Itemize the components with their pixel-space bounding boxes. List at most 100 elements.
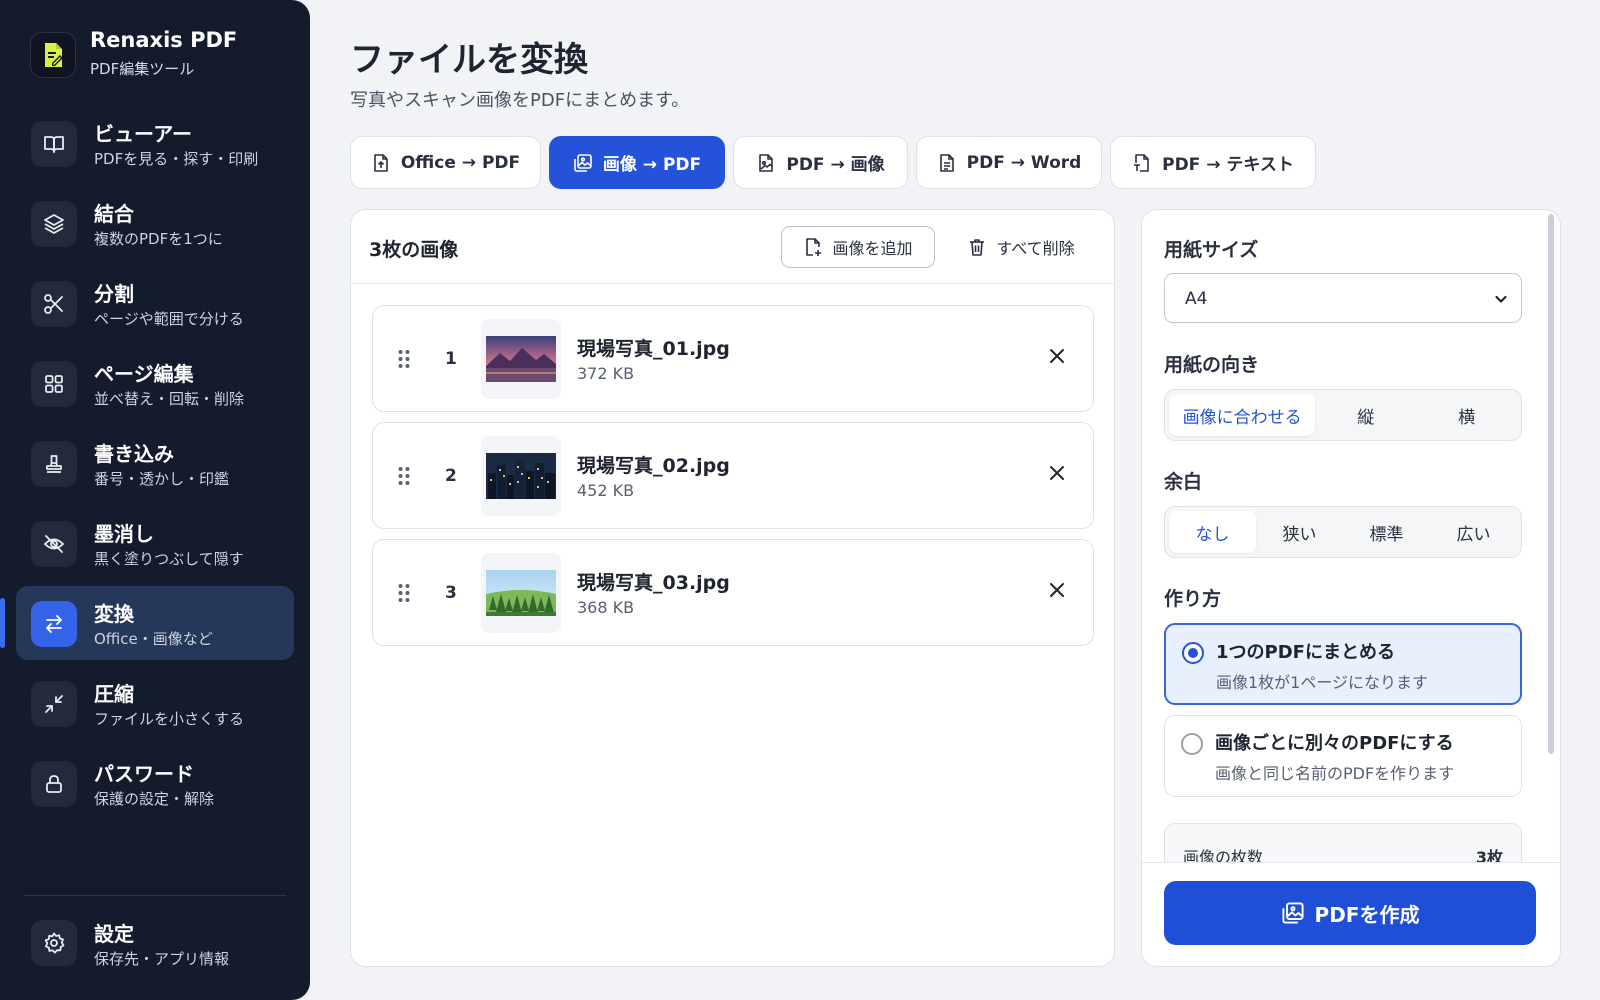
orientation-option-portrait[interactable]: 縦 (1315, 394, 1416, 436)
sidebar-item-title: ページ編集 (94, 362, 194, 386)
sidebar-item-title: 圧縮 (94, 682, 134, 706)
sidebar-item-viewer[interactable]: ビューアー PDFを見る・探す・印刷 (16, 106, 294, 180)
file-upload-icon (374, 153, 388, 172)
orientation-label: 用紙の向き (1164, 354, 1260, 376)
mode-option-title: 1つのPDFにまとめる (1216, 642, 1395, 663)
remove-icon[interactable] (1047, 346, 1067, 370)
sidebar-nav: ビューアー PDFを見る・探す・印刷 結合 複数のPDFを1つに 分割 ページや… (0, 106, 294, 826)
layers-icon (31, 201, 77, 247)
brand-subtitle: PDF編集ツール (90, 60, 195, 78)
arrows-swap-icon (31, 601, 77, 647)
image-icon (574, 153, 592, 172)
sidebar-item-title: 結合 (94, 202, 134, 226)
tab-pdf-to-image[interactable]: PDF → 画像 (733, 136, 908, 189)
image-list-panel: 3枚の画像 画像を追加 すべて削除 1 現場写真_01.jpg 372 KB 2… (350, 209, 1115, 967)
paper-size-select[interactable]: A4 (1164, 273, 1522, 323)
sidebar-item-subtitle: PDFを見る・探す・印刷 (94, 150, 259, 168)
mode-option-title: 画像ごとに別々のPDFにする (1215, 733, 1454, 754)
sidebar: Renaxis PDF PDF編集ツール ビューアー PDFを見る・探す・印刷 … (0, 0, 310, 1000)
margin-option-standard[interactable]: 標準 (1343, 511, 1430, 553)
sidebar-item-compress[interactable]: 圧縮 ファイルを小さくする (16, 666, 294, 740)
drag-handle-icon[interactable] (397, 348, 411, 374)
file-name: 現場写真_01.jpg (577, 338, 730, 360)
sidebar-item-password[interactable]: パスワード 保護の設定・解除 (16, 746, 294, 820)
minimize-icon (31, 681, 77, 727)
sidebar-item-merge[interactable]: 結合 複数のPDFを1つに (16, 186, 294, 260)
tab-office-to-pdf[interactable]: Office → PDF (350, 136, 541, 189)
remove-icon[interactable] (1047, 580, 1067, 604)
brand-name: Renaxis PDF (90, 28, 238, 52)
list-item[interactable]: 2 現場写真_02.jpg 452 KB (372, 422, 1094, 529)
sidebar-item-subtitle: ファイルを小さくする (94, 710, 245, 728)
file-name: 現場写真_02.jpg (577, 455, 730, 477)
sidebar-item-split[interactable]: 分割 ページや範囲で分ける (16, 266, 294, 340)
orientation-option-fit[interactable]: 画像に合わせる (1169, 394, 1316, 436)
mode-option-separate-pdfs[interactable]: 画像ごとに別々のPDFにする 画像と同じ名前のPDFを作ります (1164, 715, 1522, 797)
document-edit-icon (30, 32, 76, 78)
sidebar-item-title: 墨消し (94, 522, 154, 546)
stamp-icon (31, 441, 77, 487)
create-pdf-button[interactable]: PDFを作成 (1164, 881, 1536, 945)
tab-pdf-to-word[interactable]: PDF → Word (916, 136, 1102, 189)
tab-label: PDF → テキスト (1162, 155, 1294, 175)
item-number: 2 (445, 466, 457, 486)
sidebar-item-annotate[interactable]: 書き込み 番号・透かし・印鑑 (16, 426, 294, 500)
file-image-icon (759, 153, 774, 172)
file-type-icon (1134, 153, 1149, 172)
list-item[interactable]: 3 現場写真_03.jpg 368 KB (372, 539, 1094, 646)
clear-all-button[interactable]: すべて削除 (951, 226, 1091, 268)
add-image-label: 画像を追加 (832, 239, 913, 258)
margin-option-wide[interactable]: 広い (1430, 511, 1517, 553)
file-size: 452 KB (577, 481, 635, 500)
scissors-icon (31, 281, 77, 327)
orientation-option-landscape[interactable]: 横 (1416, 394, 1517, 436)
margin-label: 余白 (1164, 471, 1203, 493)
paper-size-label: 用紙サイズ (1164, 239, 1259, 261)
gear-icon (31, 920, 77, 966)
file-size: 372 KB (577, 364, 635, 383)
image-count: 3枚の画像 (369, 239, 459, 261)
sidebar-item-subtitle: 並べ替え・回転・削除 (94, 390, 245, 408)
sidebar-item-redact[interactable]: 墨消し 黒く塗りつぶして隠す (16, 506, 294, 580)
sidebar-item-settings[interactable]: 設定 保存先・アプリ情報 (16, 906, 294, 980)
item-number: 1 (445, 349, 457, 369)
eye-off-icon (31, 521, 77, 567)
mode-option-single-pdf[interactable]: 1つのPDFにまとめる 画像1枚が1ページになります (1164, 623, 1522, 705)
sidebar-item-title: パスワード (94, 762, 194, 786)
sidebar-item-subtitle: 複数のPDFを1つに (94, 230, 223, 248)
item-number: 3 (445, 583, 457, 603)
chevron-down-icon (1495, 295, 1507, 303)
mode-option-description: 画像と同じ名前のPDFを作ります (1215, 764, 1455, 783)
convert-tabs: Office → PDF 画像 → PDF PDF → 画像 PDF → Wor… (350, 136, 1316, 189)
sidebar-item-subtitle: 番号・透かし・印鑑 (94, 470, 230, 488)
settings-subtitle: 保存先・アプリ情報 (94, 950, 230, 968)
sidebar-item-convert[interactable]: 変換 Office・画像など (0, 586, 294, 660)
tab-image-to-pdf[interactable]: 画像 → PDF (549, 136, 725, 189)
radio-selected-icon (1182, 642, 1204, 664)
radio-unselected-icon (1181, 733, 1203, 755)
remove-icon[interactable] (1047, 463, 1067, 487)
page-title: ファイルを変換 (350, 40, 588, 80)
add-image-button[interactable]: 画像を追加 (781, 226, 935, 268)
options-scrollbar[interactable] (1548, 214, 1554, 754)
margin-option-narrow[interactable]: 狭い (1256, 511, 1343, 553)
orientation-segmented: 画像に合わせる 縦 横 (1164, 389, 1522, 441)
options-footer: PDFを作成 (1142, 862, 1560, 966)
paper-size-value: A4 (1185, 289, 1208, 309)
sidebar-item-subtitle: 保護の設定・解除 (94, 790, 215, 808)
book-icon (31, 121, 77, 167)
list-item[interactable]: 1 現場写真_01.jpg 372 KB (372, 305, 1094, 412)
sidebar-item-page-edit[interactable]: ページ編集 並べ替え・回転・削除 (16, 346, 294, 420)
settings-title: 設定 (94, 922, 134, 946)
tab-label: 画像 → PDF (602, 155, 702, 175)
image-thumbnail (481, 319, 561, 399)
margin-option-none[interactable]: なし (1169, 511, 1256, 553)
tab-pdf-to-text[interactable]: PDF → テキスト (1110, 136, 1316, 189)
clear-all-label: すべて削除 (996, 239, 1075, 258)
options-panel: 用紙サイズ A4 用紙の向き 画像に合わせる 縦 横 余白 なし 狭い 標準 広… (1141, 209, 1561, 967)
drag-handle-icon[interactable] (397, 582, 411, 608)
sidebar-item-title: 書き込み (94, 442, 174, 466)
margin-segmented: なし 狭い 標準 広い (1164, 506, 1522, 558)
drag-handle-icon[interactable] (397, 465, 411, 491)
tab-label: PDF → Word (966, 152, 1082, 173)
